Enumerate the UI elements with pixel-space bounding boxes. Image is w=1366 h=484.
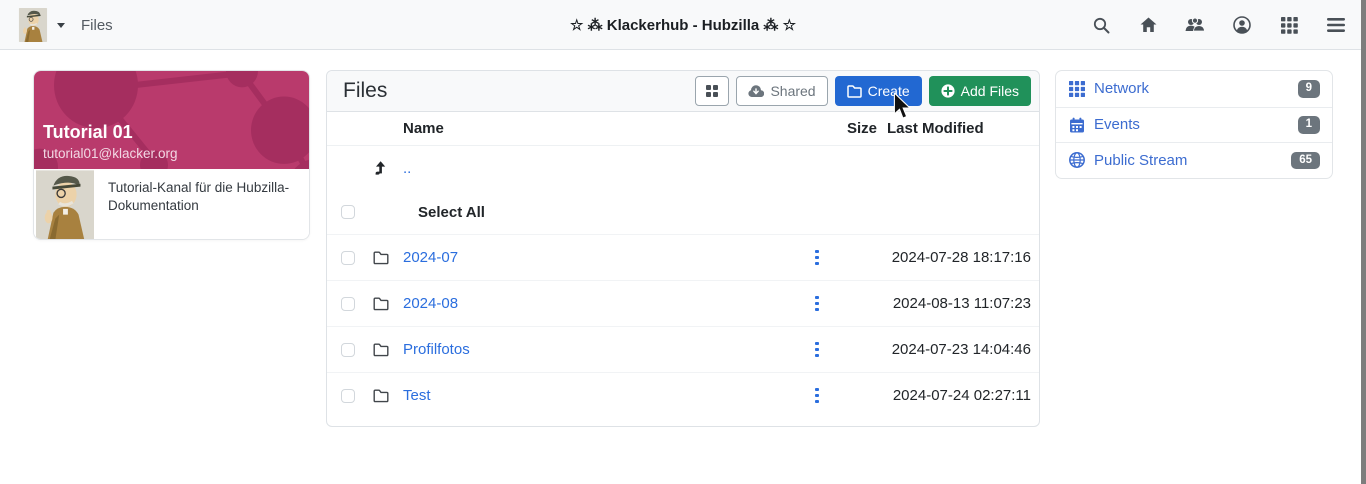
channel-banner: Tutorial 01 tutorial01@klacker.org xyxy=(34,71,309,169)
count-badge: 9 xyxy=(1297,80,1320,98)
calendar-icon xyxy=(1068,116,1085,133)
table-row: 2024-07 2024-07-28 18:17:16 xyxy=(327,234,1039,280)
last-modified: 2024-07-24 02:27:11 xyxy=(892,387,1031,404)
channel-card: Tutorial 01 tutorial01@klacker.org Tutor… xyxy=(33,70,310,240)
sidebar-item-public-stream[interactable]: Public Stream 65 xyxy=(1056,142,1332,178)
column-header-size: Size xyxy=(846,120,877,137)
avatar-image xyxy=(16,8,50,42)
panel-title: Files xyxy=(343,79,388,102)
folder-icon xyxy=(373,297,389,310)
channel-name: Tutorial 01 xyxy=(43,122,133,142)
folder-icon xyxy=(373,343,389,356)
folder-link[interactable]: 2024-08 xyxy=(403,295,458,312)
count-badge: 1 xyxy=(1297,116,1320,134)
row-checkbox[interactable] xyxy=(341,296,355,311)
folder-link[interactable]: 2024-07 xyxy=(403,249,458,266)
last-modified: 2024-07-28 18:17:16 xyxy=(891,249,1031,266)
home-icon[interactable] xyxy=(1132,9,1164,41)
kebab-menu-icon[interactable] xyxy=(815,387,819,404)
sidebar-item-label: Events xyxy=(1094,116,1140,134)
top-navbar: Files ☆ ⁂ Klackerhub - Hubzilla ⁂ ☆ xyxy=(0,0,1366,50)
folder-icon xyxy=(373,389,389,402)
cloud-download-icon xyxy=(748,85,765,97)
add-files-button[interactable]: Add Files xyxy=(928,76,1031,106)
row-checkbox[interactable] xyxy=(341,342,355,357)
select-all-row: Select All xyxy=(327,190,1039,234)
kebab-menu-icon[interactable] xyxy=(815,295,819,312)
last-modified: 2024-07-23 14:04:46 xyxy=(891,341,1031,358)
sidebar-item-events[interactable]: Events 1 xyxy=(1056,106,1332,143)
column-header-last-modified: Last Modified xyxy=(887,120,984,137)
folder-plus-icon xyxy=(846,84,862,98)
channel-avatar-small[interactable] xyxy=(16,8,50,42)
files-panel: Files Shared Create Add Files Name Size … xyxy=(326,70,1040,427)
table-header-row: Name Size Last Modified xyxy=(327,112,1039,146)
shared-button[interactable]: Shared xyxy=(736,76,828,106)
count-badge: 65 xyxy=(1291,151,1320,170)
sidebar-item-label: Public Stream xyxy=(1094,151,1188,169)
activity-widget: Network 9 Events 1 Public Stream 65 xyxy=(1055,70,1333,179)
group-icon[interactable] xyxy=(1179,9,1211,41)
table-row: Test 2024-07-24 02:27:11 xyxy=(327,372,1039,418)
caret-down-icon[interactable] xyxy=(57,22,65,28)
table-row: Profilfotos 2024-07-23 14:04:46 xyxy=(327,326,1039,372)
channel-address: tutorial01@klacker.org xyxy=(43,146,178,161)
navbar-left: Files xyxy=(16,0,113,50)
globe-icon xyxy=(1068,152,1085,169)
channel-avatar-large xyxy=(36,170,94,240)
search-icon[interactable] xyxy=(1085,9,1117,41)
channel-description: Tutorial-Kanal für die Hubzilla-Dokument… xyxy=(108,180,290,214)
kebab-menu-icon[interactable] xyxy=(815,249,819,266)
sidebar-item-network[interactable]: Network 9 xyxy=(1056,71,1332,107)
level-up-icon xyxy=(375,161,386,175)
create-button-label: Create xyxy=(867,83,910,99)
plus-circle-icon xyxy=(941,84,955,98)
folder-link[interactable]: Test xyxy=(403,387,431,404)
row-checkbox[interactable] xyxy=(341,250,355,265)
kebab-menu-icon[interactable] xyxy=(815,341,819,358)
channel-card-body: Tutorial-Kanal für die Hubzilla-Dokument… xyxy=(34,169,309,240)
create-button[interactable]: Create xyxy=(834,76,922,106)
select-all-label: Select All xyxy=(418,203,485,221)
column-header-name: Name xyxy=(403,120,444,137)
last-modified: 2024-08-13 11:07:23 xyxy=(892,295,1031,312)
shared-button-label: Shared xyxy=(770,83,816,99)
folder-link[interactable]: Profilfotos xyxy=(403,341,470,358)
row-checkbox[interactable] xyxy=(341,388,355,403)
account-icon[interactable] xyxy=(1226,9,1258,41)
grid-view-button[interactable] xyxy=(695,76,730,106)
page-root: Files ☆ ⁂ Klackerhub - Hubzilla ⁂ ☆ Tuto… xyxy=(0,0,1366,484)
files-panel-header: Files Shared Create Add Files xyxy=(327,71,1039,112)
folder-icon xyxy=(373,251,389,264)
menu-icon[interactable] xyxy=(1320,9,1352,41)
parent-directory-link[interactable]: .. xyxy=(403,160,411,177)
network-grid-icon xyxy=(1068,80,1085,97)
select-all-checkbox[interactable] xyxy=(341,205,355,219)
sidebar-item-label: Network xyxy=(1094,80,1150,98)
toolbar: Shared Create Add Files xyxy=(695,76,1031,106)
parent-directory-row: .. xyxy=(327,146,1039,190)
table-row: 2024-08 2024-08-13 11:07:23 xyxy=(327,280,1039,326)
add-files-button-label: Add Files xyxy=(960,83,1019,99)
current-app-label: Files xyxy=(81,16,113,34)
vertical-scrollbar[interactable] xyxy=(1361,0,1366,484)
apps-grid-icon[interactable] xyxy=(1273,9,1305,41)
navbar-right xyxy=(1085,0,1352,50)
grid-view-icon xyxy=(706,85,719,97)
